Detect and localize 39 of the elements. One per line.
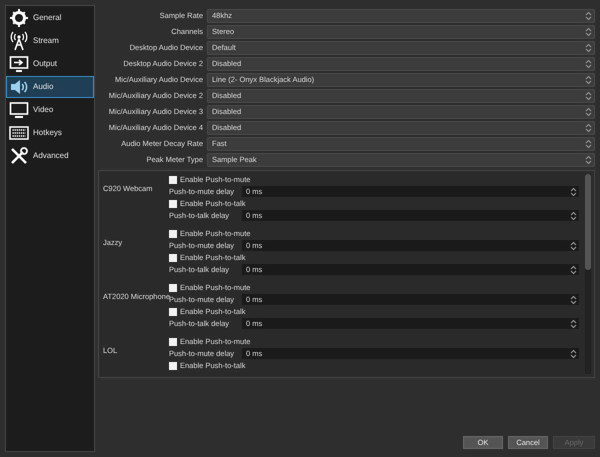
sidebar-item[interactable]: Video xyxy=(6,99,94,121)
spin-arrows-icon[interactable] xyxy=(570,240,577,250)
dropdown-arrows-icon[interactable] xyxy=(585,139,592,149)
speaker-icon xyxy=(9,77,29,97)
sidebar-item[interactable]: Stream xyxy=(6,30,94,52)
dropdown-arrows-icon[interactable] xyxy=(585,123,592,133)
checkbox[interactable] xyxy=(169,200,177,208)
antenna-icon xyxy=(9,31,29,51)
checkbox[interactable] xyxy=(169,254,177,262)
checkbox[interactable] xyxy=(169,230,177,238)
spin-arrows-icon[interactable] xyxy=(570,318,577,328)
dropdown-arrows-icon[interactable] xyxy=(585,59,592,69)
dropdown-arrows-icon[interactable] xyxy=(585,107,592,117)
checkbox[interactable] xyxy=(169,308,177,316)
sidebar-item[interactable]: Audio xyxy=(6,76,94,98)
checkbox[interactable] xyxy=(169,176,177,184)
spin-arrows-icon[interactable] xyxy=(570,186,577,196)
sidebar-item[interactable]: Output xyxy=(6,53,94,75)
tools-icon xyxy=(9,146,29,166)
scrollbar[interactable] xyxy=(585,174,591,374)
dropdown-arrows-icon[interactable] xyxy=(585,11,592,21)
spin-arrows-icon[interactable] xyxy=(570,264,577,274)
dropdown-arrows-icon[interactable] xyxy=(585,27,592,37)
dropdown-arrows-icon[interactable] xyxy=(585,43,592,53)
dropdown-arrows-icon[interactable] xyxy=(585,91,592,101)
checkbox[interactable] xyxy=(169,362,177,370)
sidebar-item[interactable]: General xyxy=(6,7,94,29)
gear-icon xyxy=(9,8,29,28)
dropdown-arrows-icon[interactable] xyxy=(585,155,592,165)
spin-arrows-icon[interactable] xyxy=(570,210,577,220)
checkbox[interactable] xyxy=(169,338,177,346)
dropdown-arrows-icon[interactable] xyxy=(585,75,592,85)
spin-arrows-icon[interactable] xyxy=(570,294,577,304)
sidebar-item[interactable]: Hotkeys xyxy=(6,122,94,144)
monitor-icon xyxy=(9,100,29,120)
spin-arrows-icon[interactable] xyxy=(570,348,577,358)
checkbox[interactable] xyxy=(169,284,177,292)
monitor-arrow-icon xyxy=(9,54,29,74)
sidebar-item[interactable]: Advanced xyxy=(6,145,94,167)
